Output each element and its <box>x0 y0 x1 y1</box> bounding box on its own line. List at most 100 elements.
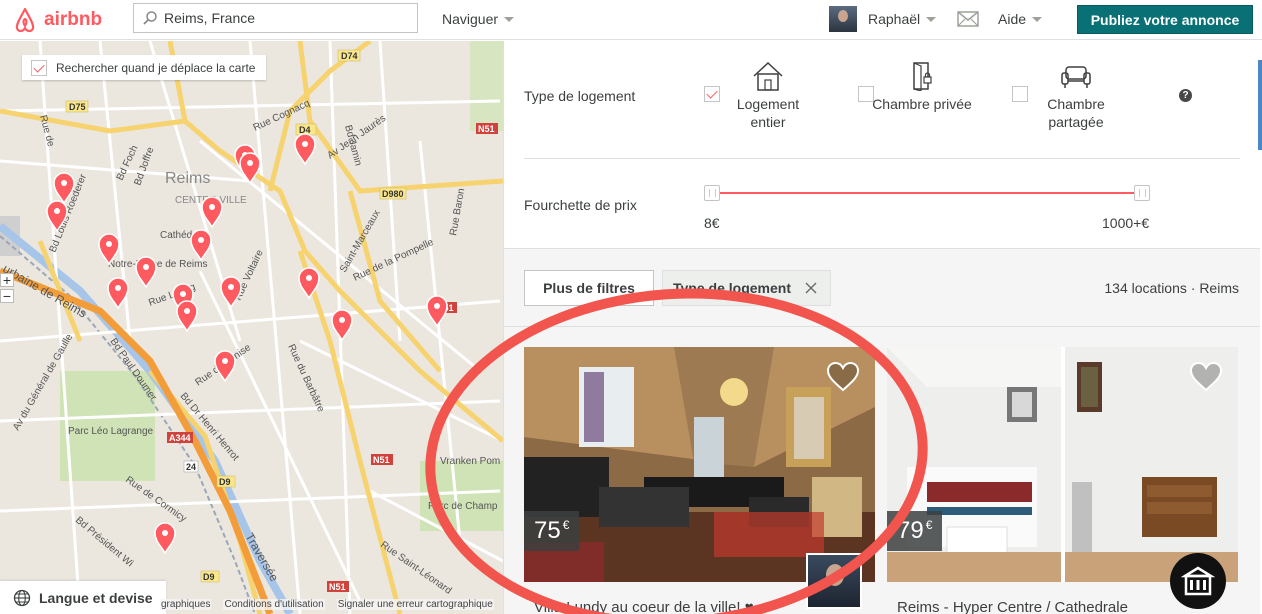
listing-card[interactable]: 75 € Villa Lundy au coeur de la ville! ♥ <box>524 347 875 614</box>
building-icon <box>1181 566 1215 596</box>
chevron-down-icon <box>504 16 515 22</box>
map-label-rue-cormicy: Rue de Cormicy <box>123 474 188 524</box>
map-pin-icon[interactable] <box>190 229 212 262</box>
map-pin-icon[interactable] <box>135 256 157 289</box>
room-type-entire-label: Logement entier <box>736 96 800 130</box>
search-on-move-checkbox[interactable] <box>31 59 47 76</box>
listing-price-amount: 75 <box>534 517 561 544</box>
active-filter-tag: Type de logement <box>662 270 831 306</box>
price-min-value: 8€ <box>704 215 720 231</box>
airbnb-logo[interactable]: airbnb <box>10 5 102 35</box>
filter-divider <box>524 158 1240 159</box>
map-label-notre-dame: Notre-Dame de Reims <box>108 259 207 270</box>
close-icon[interactable] <box>805 282 817 294</box>
user-name: Raphaël <box>868 11 921 27</box>
price-min-handle[interactable] <box>704 185 720 201</box>
map-label-bd-president: Bd Président Wi <box>73 515 135 570</box>
home-icon <box>753 61 783 91</box>
map-label-parc-champagne: Parc de Champ <box>428 501 498 512</box>
room-type-private-label: Chambre privée <box>872 96 972 112</box>
globe-icon <box>13 589 31 606</box>
road-shield-n51-top: N51 <box>478 124 495 134</box>
price-max-value: 1000+€ <box>1102 215 1150 231</box>
map-attribution: graphiques Conditions d'utilisation Sign… <box>160 599 494 610</box>
help-menu[interactable]: Aide <box>998 11 1043 27</box>
listing-price: 75 € <box>524 511 580 551</box>
map-attribution-data: graphiques <box>160 599 212 610</box>
host-avatar[interactable] <box>806 553 862 609</box>
road-shield-a344: A344 <box>169 433 191 443</box>
listing-title[interactable]: Villa Lundy au coeur de la ville! ♥ <box>534 599 754 614</box>
map-pin-icon[interactable] <box>220 276 242 309</box>
price-max-handle[interactable] <box>1134 185 1150 201</box>
heart-icon[interactable] <box>826 361 860 393</box>
listing-title[interactable]: Reims - Hyper Centre / Cathedrale <box>897 599 1128 614</box>
map-pin-icon[interactable] <box>154 522 176 555</box>
terms-link[interactable]: Conditions d'utilisation <box>223 599 325 610</box>
road-shield-24: 24 <box>186 462 196 472</box>
room-type-shared[interactable]: Chambre partagée <box>1026 61 1126 131</box>
search-on-move-label: Rechercher quand je déplace la carte <box>56 60 256 75</box>
map-label-park: Parc Léo Lagrange <box>68 426 154 437</box>
publish-listing-button[interactable]: Publiez votre annonce <box>1077 5 1253 34</box>
map-pin-icon[interactable] <box>331 309 353 342</box>
search-input[interactable] <box>164 10 404 26</box>
map-label-rue-barbatre: Rue du Barbâtre <box>285 343 326 415</box>
map-pin-icon[interactable] <box>294 133 316 166</box>
airbnb-logo-icon <box>15 7 35 33</box>
listing-price-currency: € <box>562 518 570 532</box>
map-panel[interactable]: Reims CENTRE-VILLE Cathédrale Notre-Dame… <box>0 41 503 614</box>
user-menu[interactable]: Raphaël <box>868 11 937 27</box>
search-icon <box>143 11 157 25</box>
chat-button[interactable] <box>1170 553 1226 609</box>
price-slider-track[interactable] <box>712 192 1142 194</box>
city-map[interactable]: Reims CENTRE-VILLE Cathédrale Notre-Dame… <box>0 41 503 614</box>
more-filters-button[interactable]: Plus de filtres <box>524 270 654 306</box>
road-shield-d75: D75 <box>69 102 86 112</box>
road-shield-d9-low: D9 <box>203 572 215 582</box>
chevron-down-icon <box>1032 16 1043 22</box>
panel-scroll-indicator[interactable] <box>1258 60 1262 150</box>
listing-price-amount: 79 <box>897 517 924 544</box>
top-header: airbnb Naviguer Raphaël Aide Publiez vot… <box>0 0 1262 40</box>
zoom-out-button[interactable]: − <box>0 289 14 303</box>
help-label: Aide <box>998 11 1027 27</box>
room-type-shared-label: Chambre partagée <box>1047 96 1105 130</box>
browse-menu[interactable]: Naviguer <box>442 11 515 27</box>
road-shield-n51-low: N51 <box>373 455 390 465</box>
listing-price: 79 € <box>887 511 943 551</box>
location-search[interactable] <box>133 3 418 33</box>
language-currency-button[interactable]: Langue et devise <box>0 581 166 614</box>
heart-icon[interactable] <box>1189 361 1223 393</box>
mail-icon[interactable] <box>957 11 979 27</box>
door-icon <box>913 62 932 91</box>
room-type-private[interactable]: Chambre privée <box>872 61 972 113</box>
couch-icon <box>1061 66 1091 88</box>
road-shield-d74: D74 <box>341 51 358 61</box>
results-area: Plus de filtres Type de logement 134 loc… <box>504 248 1260 614</box>
browse-label: Naviguer <box>442 11 499 27</box>
road-shield-n51-bottom: N51 <box>329 582 346 592</box>
road-shield-d980: D980 <box>382 189 404 199</box>
room-type-label: Type de logement <box>524 88 636 104</box>
road-shield-d9-mid: D9 <box>219 477 231 487</box>
language-currency-label: Langue et devise <box>39 589 153 606</box>
help-icon[interactable]: ? <box>1179 89 1192 102</box>
brand-name: airbnb <box>44 9 103 30</box>
chevron-down-icon <box>926 16 937 22</box>
map-label-rue-baron: Rue Baron <box>448 188 467 237</box>
map-pin-icon[interactable] <box>214 350 236 383</box>
report-map-error-link[interactable]: Signaler une erreur cartographique <box>336 599 494 610</box>
results-count: 134 locations · Reims <box>1104 280 1239 296</box>
map-label-vranken: Vranken Pom <box>440 456 500 467</box>
results-divider <box>504 326 1260 327</box>
zoom-in-button[interactable]: + <box>0 273 14 287</box>
search-on-move-toggle[interactable]: Rechercher quand je déplace la carte <box>22 55 266 80</box>
user-avatar[interactable] <box>829 6 857 32</box>
map-label-city: Reims <box>165 170 210 187</box>
active-filter-label: Type de logement <box>673 280 791 296</box>
room-type-entire[interactable]: Logement entier <box>718 61 818 131</box>
map-pin-icon[interactable] <box>426 295 448 328</box>
results-panel: Type de logement Logement entier Chambre… <box>503 41 1260 614</box>
price-range-label: Fourchette de prix <box>524 197 637 213</box>
